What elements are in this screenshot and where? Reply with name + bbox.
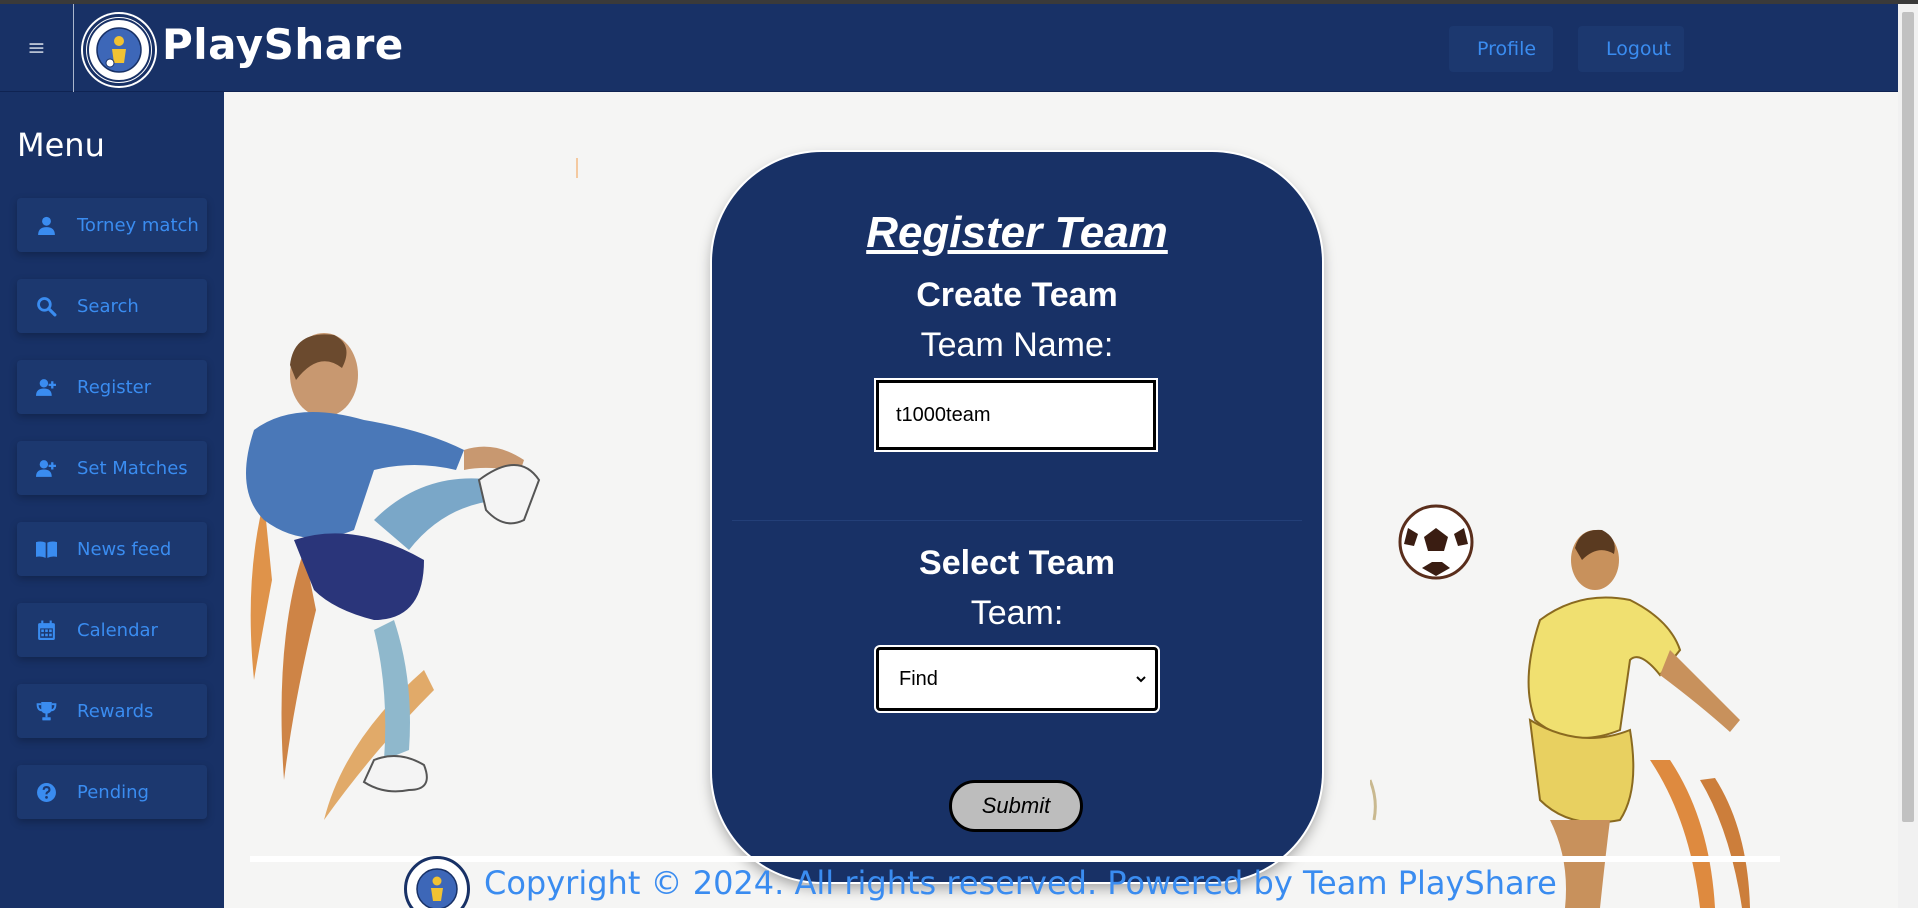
profile-button[interactable]: Profile <box>1449 26 1553 72</box>
trophy-icon <box>36 701 57 720</box>
user-plus-icon <box>36 459 56 477</box>
soccer-ball-icon <box>1398 504 1474 580</box>
team-name-input[interactable] <box>876 380 1156 450</box>
sidebar-item-rewards[interactable]: Rewards <box>17 684 207 738</box>
profile-label: Profile <box>1477 38 1537 60</box>
sidebar-item-label: Set Matches <box>77 457 188 479</box>
logout-button[interactable]: Logout <box>1578 26 1684 72</box>
search-icon <box>37 296 57 316</box>
book-open-icon <box>36 540 57 558</box>
sidebar-title: Menu <box>17 126 105 164</box>
team-select[interactable]: Find <box>876 647 1158 711</box>
sidebar: Menu Torney match Search Register Set Ma… <box>0 92 224 908</box>
vertical-scrollbar[interactable] <box>1898 4 1918 908</box>
team-name-label: Team Name: <box>920 326 1114 364</box>
register-team-form: Register Team Create Team Team Name: Sel… <box>712 152 1322 882</box>
user-plus-icon <box>36 378 56 396</box>
section-divider <box>732 520 1302 521</box>
sidebar-item-pending[interactable]: Pending <box>17 765 207 819</box>
team-label: Team: <box>970 594 1064 632</box>
footer-divider <box>250 856 1780 862</box>
playshare-logo <box>83 14 155 86</box>
left-soccer-player-illustration <box>246 333 541 820</box>
select-team-heading: Select Team <box>919 544 1115 582</box>
sidebar-item-torney-match[interactable]: Torney match <box>17 198 207 252</box>
sidebar-item-label: Torney match <box>77 214 199 236</box>
scrollbar-thumb[interactable] <box>1902 12 1914 822</box>
sidebar-item-register[interactable]: Register <box>17 360 207 414</box>
user-icon <box>38 216 55 235</box>
sidebar-item-search[interactable]: Search <box>17 279 207 333</box>
team-select-value: Find <box>899 667 938 690</box>
form-title: Register Team <box>866 208 1168 257</box>
sidebar-item-calendar[interactable]: Calendar <box>17 603 207 657</box>
sidebar-item-label: Rewards <box>77 700 154 722</box>
create-team-heading: Create Team <box>916 276 1118 314</box>
footer-copyright: Copyright © 2024. All rights reserved. P… <box>484 864 1557 902</box>
sidebar-item-news-feed[interactable]: News feed <box>17 522 207 576</box>
submit-button[interactable]: Submit <box>949 780 1083 832</box>
hamburger-menu-icon[interactable]: ≡ <box>0 4 74 92</box>
sidebar-item-label: Pending <box>77 781 149 803</box>
question-circle-icon <box>37 782 56 802</box>
sidebar-item-label: Register <box>77 376 152 398</box>
brand-title[interactable]: PlayShare <box>162 20 404 69</box>
sidebar-item-label: News feed <box>77 538 172 560</box>
sidebar-item-set-matches[interactable]: Set Matches <box>17 441 207 495</box>
sidebar-item-label: Search <box>77 295 139 317</box>
top-navbar: ≡ PlayShare Profile Logout <box>0 4 1898 92</box>
right-soccer-player-illustration <box>1370 504 1750 908</box>
calendar-icon <box>38 620 55 640</box>
sidebar-item-label: Calendar <box>77 619 158 641</box>
logout-label: Logout <box>1606 38 1672 60</box>
decorative-stroke <box>576 158 578 178</box>
footer-playshare-logo <box>404 856 470 908</box>
chevron-down-icon <box>1136 676 1146 683</box>
